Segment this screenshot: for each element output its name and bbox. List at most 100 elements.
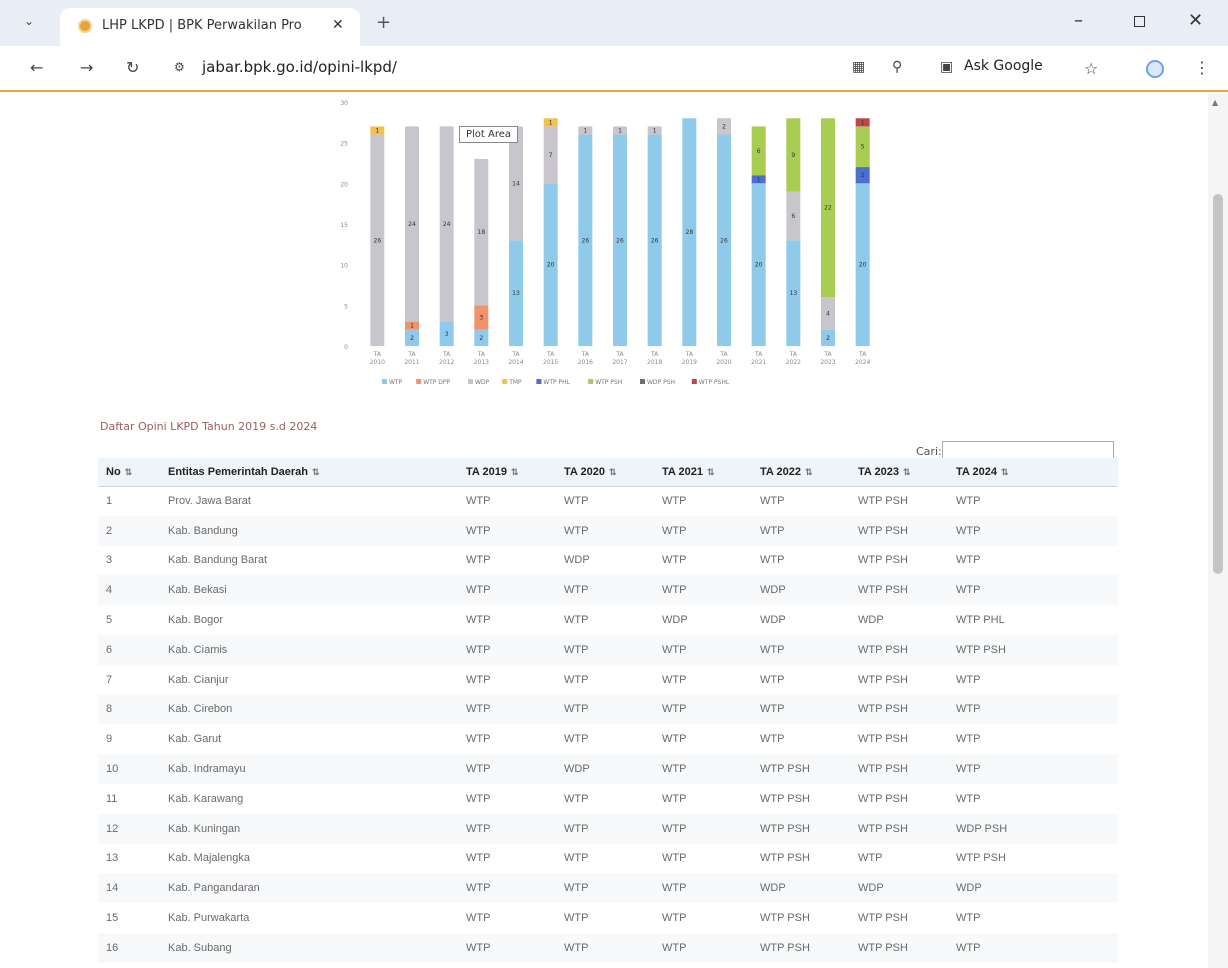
column-header[interactable]: TA 2019 ⇅ [458,458,556,487]
column-header[interactable]: TA 2023 ⇅ [850,458,948,487]
column-header[interactable]: TA 2022 ⇅ [752,458,850,487]
opinion-cell: WTP [948,903,1118,933]
opinion-cell: WTP [654,724,752,755]
opinion-cell: WTP [948,545,1118,576]
sort-icon[interactable]: ⇅ [511,467,519,477]
data-label: 6 [757,148,761,155]
kebab-menu-icon[interactable]: ⋮ [1194,58,1210,77]
arrow-left-icon[interactable]: ← [30,58,43,77]
scrollbar[interactable]: ▲ [1208,94,1228,968]
table-row: 7 Kab. Cianjur WTP WTP WTP WTP WTP PSH WTP [98,664,1118,695]
x-tick-label: TA [754,351,763,358]
opinion-cell: WTP PSH [850,694,948,725]
y-tick-label: 15 [340,222,348,229]
opinion-cell: WTP [556,724,654,755]
entity-name: Kab. Purwakarta [160,903,458,933]
x-tick-label: TA [719,351,728,358]
legend-swatch [382,379,387,384]
legend-item: WTP PHL [543,379,570,386]
data-label: 24 [443,221,451,228]
opinion-cell: WTP [556,515,654,546]
opinion-cell: WTP PSH [850,724,948,755]
column-header[interactable]: No ⇅ [98,458,160,487]
opinion-cell: WTP [458,903,556,933]
translate-icon[interactable]: ▦ [852,59,865,75]
x-tick-label: TA [615,351,624,358]
scrollbar-thumb[interactable] [1213,194,1223,574]
column-header[interactable]: Entitas Pemerintah Daerah ⇅ [160,458,458,487]
data-label: 2 [722,123,726,130]
window-close-icon[interactable]: ✕ [1188,10,1203,31]
data-label: 26 [651,237,659,244]
sort-icon[interactable]: ⇅ [903,467,911,477]
opinion-cell: WTP [654,873,752,904]
table-row: 8 Kab. Cirebon WTP WTP WTP WTP WTP PSH WTP [98,694,1118,725]
close-icon[interactable]: ✕ [332,17,344,33]
opinion-cell: WTP [654,843,752,874]
ask-google-button[interactable]: Ask Google [964,58,1043,74]
sort-icon[interactable]: ⇅ [707,467,715,477]
entity-name: Kab. Majalengka [160,843,458,874]
column-header-label: TA 2024 [956,465,997,478]
x-tick-label: TA [546,351,555,358]
sort-icon[interactable]: ⇅ [609,467,617,477]
data-label: 13 [512,290,520,297]
google-lens-icon[interactable]: ▣ [940,59,953,75]
table-row: 10 Kab. Indramayu WTP WDP WTP WTP PSH WTP PSH W… [98,754,1118,784]
opinion-cell: WTP [654,694,752,725]
chevron-down-icon[interactable]: ⌄ [24,14,34,28]
opinion-cell: WTP [948,515,1118,546]
opinion-cell: WTP [654,813,752,844]
y-tick-label: 0 [344,344,348,351]
browser-tab[interactable]: LHP LKPD | BPK Perwakilan Pro ✕ [60,8,360,46]
opinion-cell: WTP [948,486,1118,516]
data-label: 26 [616,237,624,244]
opinion-cell: WTP [752,515,850,546]
plus-icon[interactable]: + [376,12,391,33]
reload-icon[interactable]: ↻ [126,58,139,77]
profile-icon[interactable] [1146,60,1164,78]
data-label: 3 [479,315,483,322]
tune-icon[interactable]: ⚙ [174,60,185,74]
arrow-right-icon[interactable]: → [80,58,93,77]
opinion-cell: WTP [556,605,654,635]
opinion-cell: WDP PSH [948,813,1118,844]
x-tick-label: 2016 [578,359,593,366]
opinion-cell: WTP [948,664,1118,695]
minimize-icon[interactable]: – [1074,10,1083,31]
sort-icon[interactable]: ⇅ [1001,467,1009,477]
opinion-cell: WDP [752,605,850,635]
opinion-cell: WTP [458,515,556,546]
entity-name: Prov. Jawa Barat [160,486,458,516]
data-label: 18 [478,229,486,236]
opinion-cell: WTP PSH [850,754,948,784]
data-label: 28 [686,229,694,236]
sort-icon[interactable]: ⇅ [805,467,813,477]
data-label: 1 [653,127,657,134]
sort-icon[interactable]: ⇅ [125,467,133,477]
column-header-label: No [106,465,121,478]
zoom-icon[interactable]: ⚲ [892,59,902,75]
data-label: 26 [720,237,728,244]
column-header[interactable]: TA 2020 ⇅ [556,458,654,487]
data-label: 1 [861,119,865,126]
column-header-label: Entitas Pemerintah Daerah [168,465,308,478]
entity-name: Kab. Ciamis [160,634,458,665]
star-icon[interactable]: ☆ [1084,59,1098,78]
opinion-cell: WTP PSH [752,783,850,814]
table-row: 6 Kab. Ciamis WTP WTP WTP WTP WTP PSH WTP PSH [98,634,1118,665]
opinion-cell: WTP [458,754,556,784]
opinion-cell: WTP [458,932,556,963]
scroll-up-icon[interactable]: ▲ [1212,98,1218,107]
address-bar[interactable]: jabar.bpk.go.id/opini-lkpd/ [202,58,397,76]
row-number: 14 [98,873,160,904]
column-header[interactable]: TA 2024 ⇅ [948,458,1118,487]
column-header[interactable]: TA 2021 ⇅ [654,458,752,487]
data-label: 1 [410,323,414,330]
opinion-cell: WTP PSH [850,486,948,516]
sort-icon[interactable]: ⇅ [312,467,320,477]
x-tick-label: TA [373,351,382,358]
maximize-icon[interactable] [1134,16,1145,27]
row-number: 1 [98,486,160,516]
legend-swatch [502,379,508,384]
